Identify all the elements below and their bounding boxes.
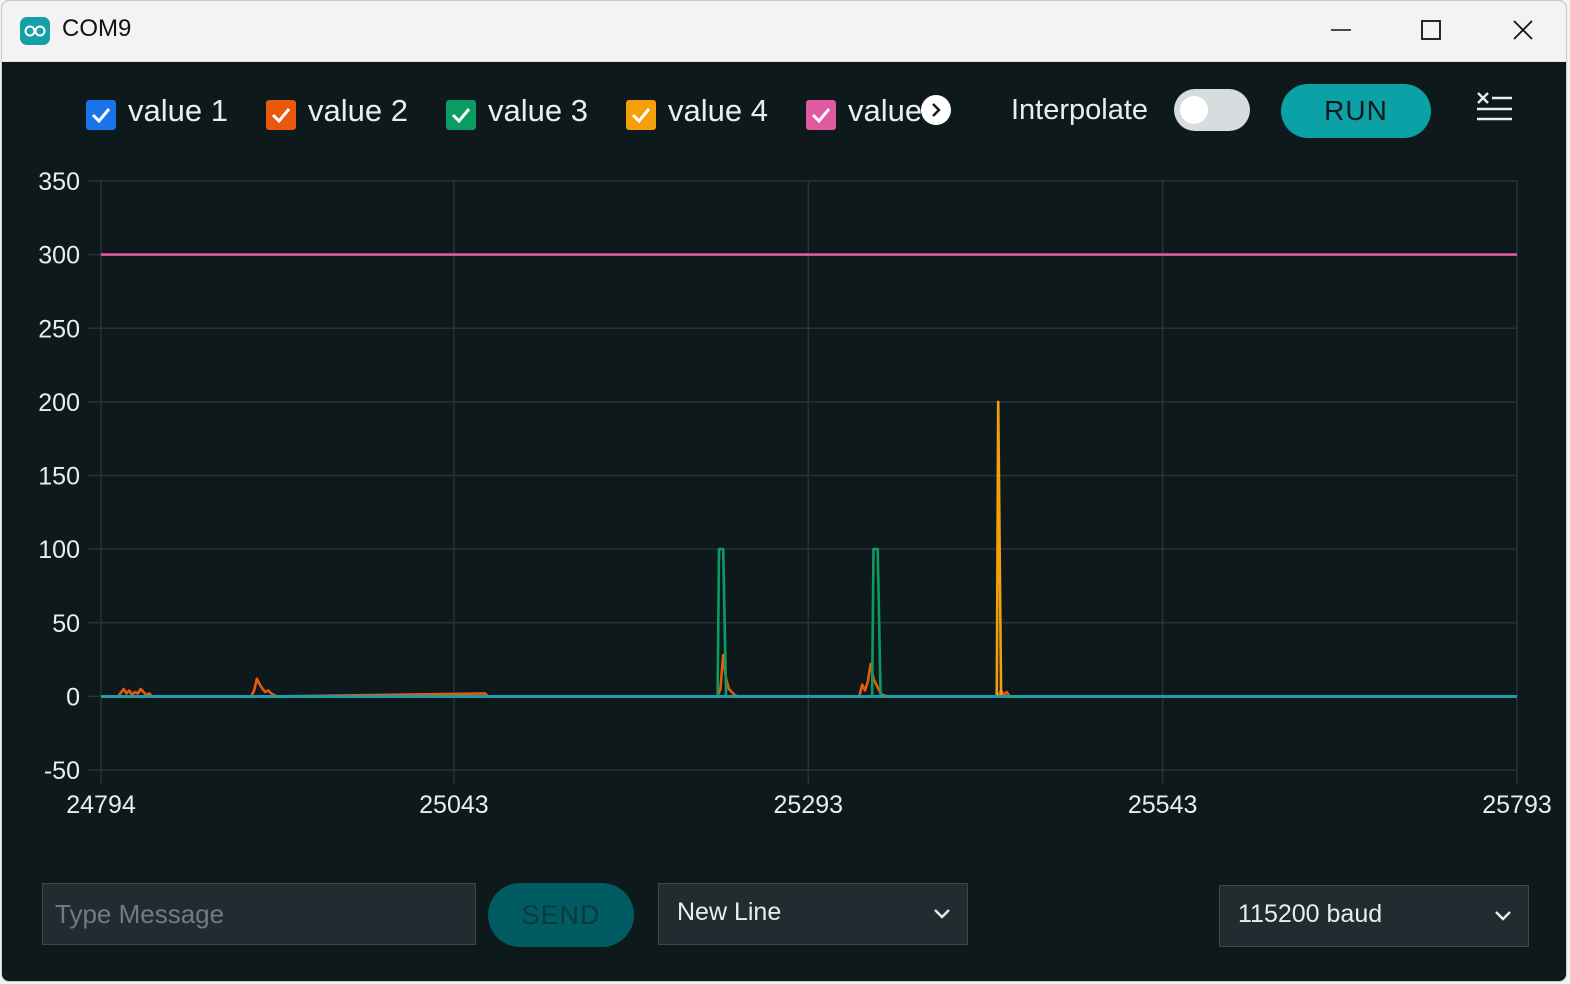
legend-checkbox-value-3[interactable] <box>446 100 476 130</box>
close-icon <box>1513 20 1533 40</box>
y-tick-label: 0 <box>66 683 80 711</box>
checkmark-icon <box>91 108 111 123</box>
legend-label: value 4 <box>668 93 768 128</box>
y-tick-label: 350 <box>38 168 80 196</box>
y-tick-label: 100 <box>38 536 80 564</box>
x-tick-label: 25293 <box>774 791 844 819</box>
legend-label: value 2 <box>308 93 408 128</box>
window-title: COM9 <box>62 15 132 42</box>
minimize-button[interactable] <box>1296 1 1386 61</box>
legend: value 1 value 2 value 3 value 4 value 5 <box>2 61 942 161</box>
legend-checkbox-value-4[interactable] <box>626 100 656 130</box>
checkmark-icon <box>271 108 291 123</box>
y-tick-label: 50 <box>52 610 80 638</box>
legend-scroll-right-button[interactable] <box>921 95 951 125</box>
maximize-icon <box>1421 20 1441 40</box>
y-tick-label: 250 <box>38 315 80 343</box>
interpolate-label: Interpolate <box>1011 94 1149 126</box>
line-ending-value: New Line <box>677 898 782 926</box>
x-tick-label: 24794 <box>66 791 136 819</box>
checkmark-icon <box>631 108 651 123</box>
legend-checkbox-value-2[interactable] <box>266 100 296 130</box>
legend-checkbox-value-5[interactable] <box>806 100 836 130</box>
baud-rate-select[interactable]: 115200 baud <box>1219 885 1529 947</box>
minimize-icon <box>1331 29 1351 31</box>
close-button[interactable] <box>1478 1 1566 61</box>
line-ending-select[interactable]: New Line <box>658 883 968 945</box>
y-tick-label: -50 <box>44 757 80 785</box>
chevron-down-icon <box>934 909 950 919</box>
checkmark-icon <box>811 108 831 123</box>
x-tick-label: 25793 <box>1482 791 1552 819</box>
chevron-right-icon <box>932 103 941 117</box>
x-tick-label: 25543 <box>1128 791 1198 819</box>
message-input[interactable] <box>42 883 476 945</box>
chevron-down-icon <box>1495 911 1511 921</box>
checkmark-icon <box>451 108 471 123</box>
arduino-logo-icon <box>20 17 50 45</box>
bottom-bar: SEND New Line 115200 baud <box>2 881 1566 951</box>
legend-checkbox-value-1[interactable] <box>86 100 116 130</box>
maximize-button[interactable] <box>1386 1 1476 61</box>
plotter-toolbar: value 1 value 2 value 3 value 4 value 5 <box>2 61 1566 161</box>
y-tick-label: 200 <box>38 389 80 417</box>
x-tick-label: 25043 <box>419 791 489 819</box>
y-tick-label: 150 <box>38 463 80 491</box>
serial-plotter-window: COM9 value 1 value 2 value 3 value 4 val… <box>1 0 1567 982</box>
send-button[interactable]: SEND <box>488 883 634 947</box>
toggle-knob <box>1180 96 1208 124</box>
baud-rate-value: 115200 baud <box>1238 900 1383 928</box>
legend-label: value 3 <box>488 93 588 128</box>
plot-chart: 350 300 250 200 150 100 50 0 -50 24794 25043 25293 2… <box>38 168 1552 819</box>
legend-label: value 1 <box>128 93 228 128</box>
interpolate-toggle[interactable] <box>1174 89 1250 131</box>
title-bar: COM9 <box>2 1 1566 62</box>
run-button[interactable]: RUN <box>1281 84 1431 138</box>
clear-menu-icon[interactable] <box>1474 91 1514 127</box>
y-tick-label: 300 <box>38 242 80 270</box>
